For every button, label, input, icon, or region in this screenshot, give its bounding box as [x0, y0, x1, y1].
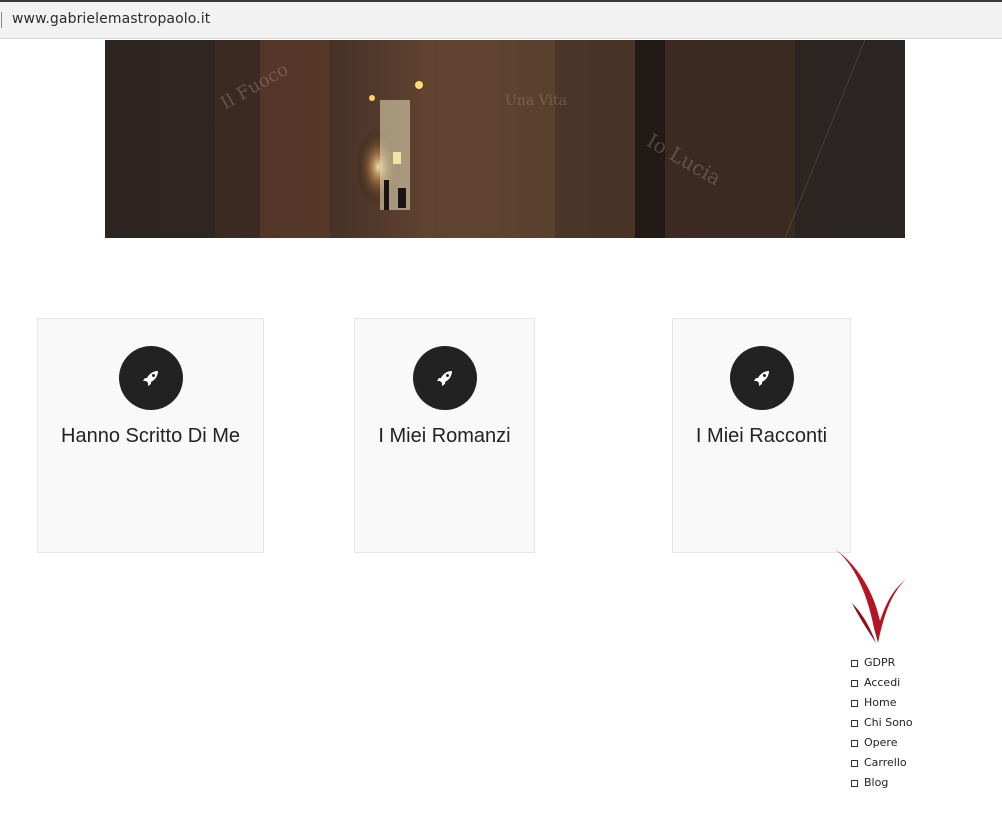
- red-arrow-icon: [826, 543, 908, 652]
- card-title[interactable]: Hanno Scritto Di Me: [38, 425, 263, 448]
- text-cursor: [1, 12, 2, 28]
- menu-link[interactable]: Opere: [864, 735, 897, 751]
- menu-item-carrello[interactable]: Carrello: [851, 753, 913, 773]
- card-i-miei-romanzi[interactable]: I Miei Romanzi: [354, 318, 535, 553]
- rocket-icon: [143, 371, 158, 386]
- menu-link[interactable]: Accedi: [864, 675, 900, 691]
- menu-link[interactable]: Carrello: [864, 755, 907, 771]
- svg-text:Una Vita: Una Vita: [505, 93, 567, 109]
- icon-circle: [413, 346, 477, 410]
- bullet-icon: [851, 699, 858, 707]
- icon-circle: [119, 346, 183, 410]
- bullet-icon: [851, 739, 858, 747]
- menu-item-chi-sono[interactable]: Chi Sono: [851, 713, 913, 733]
- menu-link[interactable]: Chi Sono: [864, 715, 913, 731]
- menu-link[interactable]: GDPR: [864, 655, 895, 671]
- address-bar[interactable]: www.gabrielemastropaolo.it: [0, 2, 1002, 39]
- card-title[interactable]: I Miei Racconti: [673, 425, 850, 448]
- rocket-icon: [754, 371, 769, 386]
- menu-item-opere[interactable]: Opere: [851, 733, 913, 753]
- menu-item-gdpr[interactable]: GDPR: [851, 653, 913, 673]
- bullet-icon: [851, 679, 858, 687]
- bullet-icon: [851, 719, 858, 727]
- bullet-icon: [851, 659, 858, 667]
- card-title[interactable]: I Miei Romanzi: [355, 425, 534, 448]
- menu-item-home[interactable]: Home: [851, 693, 913, 713]
- icon-circle: [730, 346, 794, 410]
- menu-item-accedi[interactable]: Accedi: [851, 673, 913, 693]
- rocket-icon: [437, 371, 452, 386]
- url-text[interactable]: www.gabrielemastropaolo.it: [12, 11, 210, 27]
- bullet-icon: [851, 779, 858, 787]
- card-hanno-scritto-di-me[interactable]: Hanno Scritto Di Me: [37, 318, 264, 553]
- menu-link[interactable]: Home: [864, 695, 896, 711]
- card-i-miei-racconti[interactable]: I Miei Racconti: [672, 318, 851, 553]
- menu-item-blog[interactable]: Blog: [851, 773, 913, 793]
- bullet-icon: [851, 759, 858, 767]
- footer-menu: GDPR Accedi Home Chi Sono Opere Carrello…: [851, 653, 913, 793]
- menu-link[interactable]: Blog: [864, 775, 888, 791]
- header-image: Il Fuoco Io Lucia Una Vita: [105, 40, 905, 238]
